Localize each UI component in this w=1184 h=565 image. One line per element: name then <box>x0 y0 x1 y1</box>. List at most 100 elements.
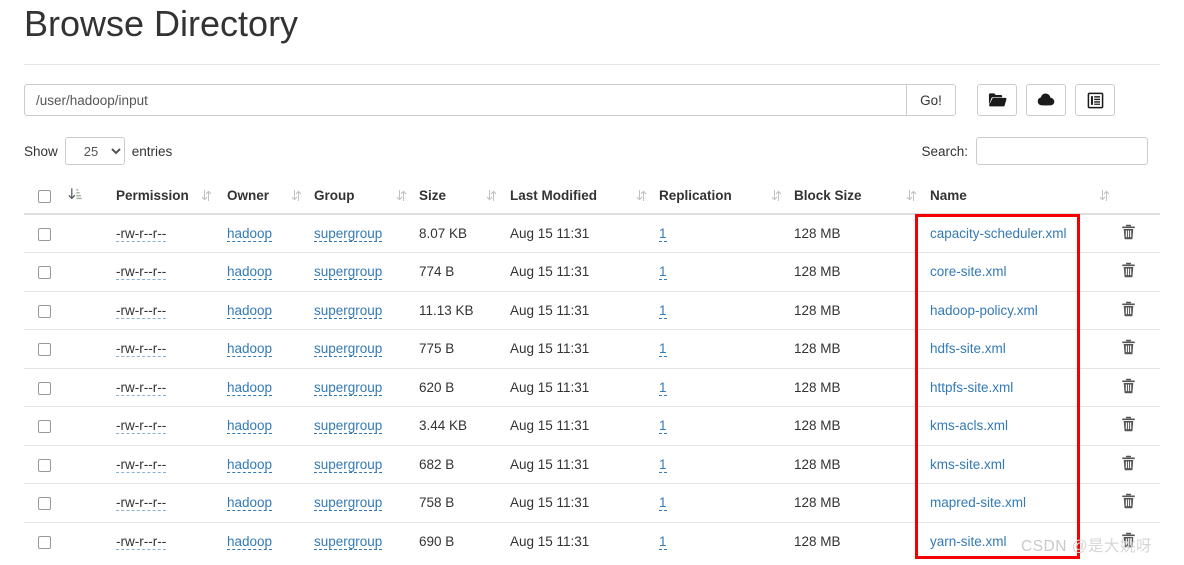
name-cell[interactable]: kms-site.xml <box>927 444 1097 484</box>
name-cell[interactable]: mapred-site.xml <box>927 483 1097 522</box>
select-all-checkbox[interactable] <box>38 189 51 203</box>
owner-cell[interactable]: hadoop <box>222 290 312 330</box>
replication-value[interactable]: 1 <box>659 379 667 396</box>
replication-value[interactable]: 1 <box>659 302 667 319</box>
replication-value[interactable]: 1 <box>659 418 667 435</box>
replication-value[interactable]: 1 <box>659 456 667 473</box>
search-input[interactable] <box>976 137 1148 165</box>
owner-value[interactable]: hadoop <box>227 418 273 435</box>
group-cell[interactable]: supergroup <box>312 329 417 368</box>
group-cell[interactable]: supergroup <box>312 483 417 522</box>
delete-cell[interactable] <box>1097 367 1160 407</box>
th-permission[interactable]: Permission <box>112 178 222 215</box>
name-cell[interactable]: hadoop-policy.xml <box>927 290 1097 330</box>
owner-value[interactable]: hadoop <box>227 302 273 319</box>
group-cell[interactable]: supergroup <box>312 444 417 484</box>
group-value[interactable]: supergroup <box>314 418 383 435</box>
owner-value[interactable]: hadoop <box>227 456 273 473</box>
name-cell[interactable]: httpfs-site.xml <box>927 367 1097 407</box>
group-value[interactable]: supergroup <box>314 264 383 281</box>
owner-cell[interactable]: hadoop <box>222 329 312 368</box>
owner-cell[interactable]: hadoop <box>222 444 312 484</box>
row-select-cell[interactable] <box>24 252 68 291</box>
permission-value[interactable]: -rw-r--r-- <box>116 302 167 319</box>
delete-cell[interactable] <box>1097 252 1160 291</box>
permission-cell[interactable]: -rw-r--r-- <box>112 329 222 368</box>
trash-icon[interactable] <box>1121 301 1136 317</box>
owner-cell[interactable]: hadoop <box>222 406 312 445</box>
file-name-link[interactable]: httpfs-site.xml <box>930 380 1013 395</box>
row-select-cell[interactable] <box>24 483 68 522</box>
permission-value[interactable]: -rw-r--r-- <box>116 379 167 396</box>
name-cell[interactable]: hdfs-site.xml <box>927 329 1097 368</box>
row-checkbox[interactable] <box>38 497 51 511</box>
trash-icon[interactable] <box>1121 416 1136 432</box>
trash-icon[interactable] <box>1121 493 1136 509</box>
group-cell[interactable]: supergroup <box>312 213 417 253</box>
replication-cell[interactable]: 1 <box>657 367 792 407</box>
delete-cell[interactable] <box>1097 213 1160 253</box>
replication-cell[interactable]: 1 <box>657 329 792 368</box>
row-select-cell[interactable] <box>24 290 68 330</box>
trash-icon[interactable] <box>1121 339 1136 355</box>
permission-cell[interactable]: -rw-r--r-- <box>112 406 222 445</box>
owner-value[interactable]: hadoop <box>227 495 273 512</box>
sort-updown-icon[interactable] <box>396 189 417 202</box>
th-block-size[interactable]: Block Size <box>792 178 927 215</box>
directory-path-input[interactable] <box>24 84 906 116</box>
th-owner[interactable]: Owner <box>222 178 312 215</box>
replication-value[interactable]: 1 <box>659 226 667 242</box>
permission-value[interactable]: -rw-r--r-- <box>116 226 167 242</box>
sort-updown-icon[interactable] <box>906 189 927 202</box>
replication-value[interactable]: 1 <box>659 264 667 281</box>
th-replication[interactable]: Replication <box>657 178 792 215</box>
file-name-link[interactable]: mapred-site.xml <box>930 495 1026 510</box>
group-value[interactable]: supergroup <box>314 495 383 512</box>
row-checkbox[interactable] <box>38 420 51 434</box>
owner-cell[interactable]: hadoop <box>222 521 312 561</box>
owner-cell[interactable]: hadoop <box>222 213 312 253</box>
file-name-link[interactable]: core-site.xml <box>930 264 1007 279</box>
owner-cell[interactable]: hadoop <box>222 367 312 407</box>
delete-cell[interactable] <box>1097 290 1160 330</box>
create-directory-button[interactable] <box>977 84 1017 116</box>
row-checkbox[interactable] <box>38 458 51 472</box>
row-checkbox[interactable] <box>38 304 51 318</box>
file-name-link[interactable]: hdfs-site.xml <box>930 341 1006 356</box>
trash-icon[interactable] <box>1121 224 1136 240</box>
th-name[interactable]: Name <box>927 178 1097 215</box>
row-select-cell[interactable] <box>24 521 68 561</box>
th-last-modified[interactable]: Last Modified <box>507 178 657 215</box>
permission-value[interactable]: -rw-r--r-- <box>116 264 167 281</box>
file-name-link[interactable]: hadoop-policy.xml <box>930 303 1038 318</box>
file-name-link[interactable]: kms-site.xml <box>930 457 1005 472</box>
trash-icon[interactable] <box>1121 378 1136 394</box>
owner-value[interactable]: hadoop <box>227 341 273 358</box>
replication-cell[interactable]: 1 <box>657 483 792 522</box>
name-cell[interactable]: kms-acls.xml <box>927 406 1097 445</box>
group-value[interactable]: supergroup <box>314 456 383 473</box>
row-checkbox[interactable] <box>38 266 51 280</box>
permission-cell[interactable]: -rw-r--r-- <box>112 521 222 561</box>
delete-cell[interactable] <box>1097 406 1160 445</box>
permission-value[interactable]: -rw-r--r-- <box>116 534 167 550</box>
trash-icon[interactable] <box>1121 455 1136 471</box>
row-checkbox[interactable] <box>38 227 51 241</box>
permission-cell[interactable]: -rw-r--r-- <box>112 444 222 484</box>
row-checkbox[interactable] <box>38 343 51 357</box>
row-select-cell[interactable] <box>24 444 68 484</box>
delete-cell[interactable] <box>1097 444 1160 484</box>
permission-value[interactable]: -rw-r--r-- <box>116 456 167 473</box>
go-button[interactable]: Go! <box>906 84 956 116</box>
owner-value[interactable]: hadoop <box>227 379 273 396</box>
replication-value[interactable]: 1 <box>659 534 667 550</box>
trash-icon[interactable] <box>1121 262 1136 278</box>
th-select-all[interactable] <box>24 178 68 215</box>
sort-updown-icon[interactable] <box>636 189 657 202</box>
cut-file-button[interactable] <box>1075 84 1115 116</box>
file-name-link[interactable]: capacity-scheduler.xml <box>930 226 1067 241</box>
th-sort-amount[interactable] <box>68 178 112 215</box>
name-cell[interactable]: capacity-scheduler.xml <box>927 213 1097 253</box>
name-cell[interactable]: core-site.xml <box>927 252 1097 291</box>
permission-value[interactable]: -rw-r--r-- <box>116 341 167 358</box>
